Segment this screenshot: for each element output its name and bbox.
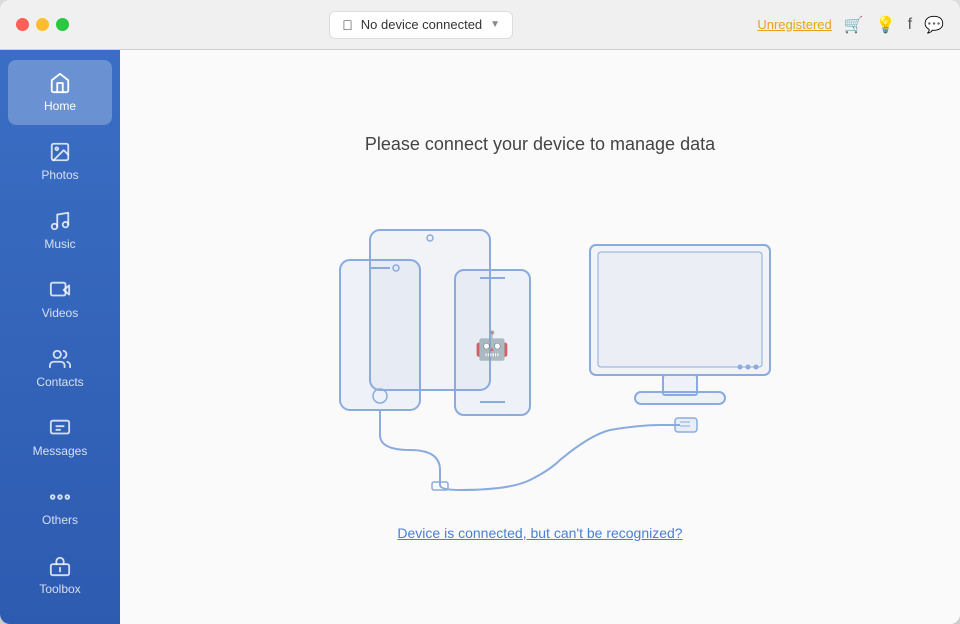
svg-text:🤖: 🤖 <box>475 329 510 362</box>
sidebar-item-music[interactable]: Music <box>8 198 112 263</box>
message-icon[interactable]: 💬 <box>924 15 944 35</box>
titlebar-right: Unregistered 🛒 💡 f 💬 <box>757 15 944 35</box>
sidebar: Home Photos Music <box>0 50 120 624</box>
sidebar-item-contacts-label: Contacts <box>36 375 83 389</box>
facebook-icon[interactable]: f <box>908 16 912 34</box>
cart-icon[interactable]: 🛒 <box>844 15 864 35</box>
sidebar-item-others-label: Others <box>42 513 78 527</box>
device-label: No device connected <box>361 17 482 32</box>
maximize-button[interactable] <box>56 18 69 31</box>
traffic-lights <box>16 18 69 31</box>
titlebar:  No device connected ▼ Unregistered 🛒 💡… <box>0 0 960 50</box>
minimize-button[interactable] <box>36 18 49 31</box>
sidebar-item-contacts[interactable]: Contacts <box>8 336 112 401</box>
sidebar-item-toolbox[interactable]: Toolbox <box>8 543 112 608</box>
apple-icon:  <box>342 17 353 33</box>
sidebar-item-home[interactable]: Home <box>8 60 112 125</box>
connect-help-link[interactable]: Device is connected, but can't be recogn… <box>397 525 682 541</box>
sidebar-item-others[interactable]: Others <box>8 474 112 539</box>
content-area: Please connect your device to manage dat… <box>120 50 960 624</box>
connect-message: Please connect your device to manage dat… <box>365 134 715 155</box>
sidebar-item-photos[interactable]: Photos <box>8 129 112 194</box>
sidebar-item-videos-label: Videos <box>42 306 78 320</box>
unregistered-link[interactable]: Unregistered <box>757 17 831 32</box>
sidebar-item-photos-label: Photos <box>41 168 78 182</box>
chevron-down-icon: ▼ <box>490 19 500 30</box>
sidebar-item-home-label: Home <box>44 99 76 113</box>
close-button[interactable] <box>16 18 29 31</box>
bulb-icon[interactable]: 💡 <box>876 15 896 35</box>
sidebar-item-music-label: Music <box>44 237 75 251</box>
sidebar-item-videos[interactable]: Videos <box>8 267 112 332</box>
app-window:  No device connected ▼ Unregistered 🛒 💡… <box>0 0 960 624</box>
device-illustration: 🤖 <box>280 195 800 495</box>
device-selector[interactable]:  No device connected ▼ <box>329 11 513 39</box>
sidebar-item-messages[interactable]: Messages <box>8 405 112 470</box>
sidebar-item-messages-label: Messages <box>33 444 88 458</box>
sidebar-item-toolbox-label: Toolbox <box>39 582 80 596</box>
sidebar-footer: AnyMP4 iPhone Transfer Pro for Mac <box>0 610 120 624</box>
main-layout: Home Photos Music <box>0 50 960 624</box>
